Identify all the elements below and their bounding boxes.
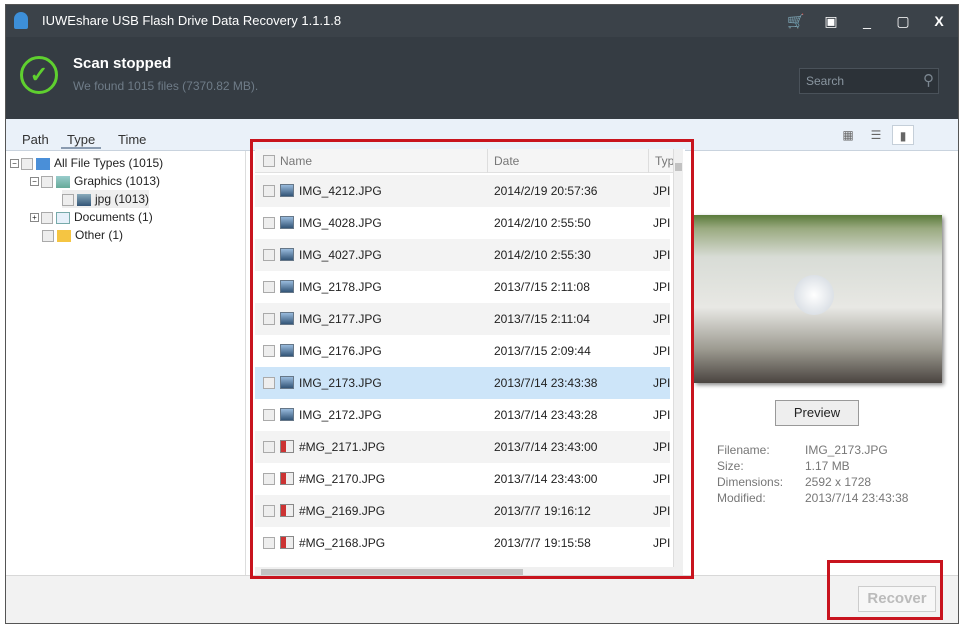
tree-label: All File Types (1015) <box>54 156 164 170</box>
size-label: Size: <box>717 459 744 473</box>
cart-icon[interactable]: 🛒 <box>785 11 807 31</box>
info-labels: Filename: Size: Dimensions: Modified: <box>717 442 783 506</box>
minimize-icon[interactable]: _ <box>856 11 878 31</box>
collapse-icon[interactable]: − <box>30 177 39 187</box>
highlight-box <box>250 139 694 579</box>
tree-node-other[interactable]: Other (1) <box>42 226 123 244</box>
tree-node-jpg[interactable]: jpg (1013) <box>62 190 150 208</box>
tab-type[interactable]: Type <box>61 132 102 149</box>
scan-status: Scan stopped <box>73 55 172 72</box>
footer-bar <box>6 575 958 623</box>
tree-label: jpg (1013) <box>95 192 150 206</box>
modified-value: 2013/7/14 23:43:38 <box>805 491 909 505</box>
folder-icon <box>57 229 71 242</box>
image-icon <box>56 175 70 188</box>
search-icon[interactable]: ⚲ <box>923 71 934 89</box>
tree-node-graphics[interactable]: − Graphics (1013) <box>30 172 160 190</box>
menu-icon[interactable]: ▣ <box>820 11 842 31</box>
tab-path[interactable]: Path <box>22 132 49 147</box>
file-type-tree: − All File Types (1015) − Graphics (1013) … <box>6 151 246 575</box>
tree-node-documents[interactable]: + Documents (1) <box>30 208 153 226</box>
tree-label: Documents (1) <box>74 210 153 224</box>
computer-icon <box>36 157 50 170</box>
modified-label: Modified: <box>717 491 766 505</box>
maximize-icon[interactable]: ▢ <box>892 11 914 31</box>
expand-icon[interactable]: + <box>30 213 39 223</box>
preview-button[interactable]: Preview <box>775 400 859 426</box>
search-input[interactable]: Search ⚲ <box>799 68 939 94</box>
scan-header: ✓ Scan stopped We found 1015 files (7370… <box>6 37 958 119</box>
search-placeholder: Search <box>806 74 845 88</box>
dimensions-label: Dimensions: <box>717 475 784 489</box>
app-window: IUWEshare USB Flash Drive Data Recovery … <box>5 4 959 624</box>
check-icon: ✓ <box>20 56 58 94</box>
title-bar: IUWEshare USB Flash Drive Data Recovery … <box>6 5 958 37</box>
tree-label: Graphics (1013) <box>74 174 161 188</box>
info-values: IMG_2173.JPG 1.17 MB 2592 x 1728 2013/7/… <box>805 442 908 506</box>
checkbox[interactable] <box>62 193 74 206</box>
filename-value: IMG_2173.JPG <box>805 443 888 457</box>
checkbox[interactable] <box>21 157 33 170</box>
thumbnail-view-icon[interactable]: ▦ <box>837 125 859 145</box>
image-icon <box>77 193 91 206</box>
tree-label: Other (1) <box>75 228 124 242</box>
filename-label: Filename: <box>717 443 770 457</box>
checkbox[interactable] <box>42 229 54 242</box>
scan-summary: We found 1015 files (7370.82 MB). <box>73 79 259 93</box>
tab-time[interactable]: Time <box>118 132 146 147</box>
preview-image <box>694 215 942 383</box>
highlight-box <box>827 560 943 620</box>
checkbox[interactable] <box>41 211 53 224</box>
app-logo-icon <box>14 12 28 29</box>
dimensions-value: 2592 x 1728 <box>805 475 872 489</box>
close-icon[interactable]: X <box>928 11 950 31</box>
checkbox[interactable] <box>41 175 53 188</box>
flower <box>794 275 834 315</box>
collapse-icon[interactable]: − <box>10 159 19 169</box>
window-title: IUWEshare USB Flash Drive Data Recovery … <box>42 13 342 28</box>
preview-view-icon[interactable]: ▮ <box>892 125 914 145</box>
size-value: 1.17 MB <box>805 459 850 473</box>
list-view-icon[interactable]: ☰ <box>865 125 887 145</box>
tree-node-all[interactable]: − All File Types (1015) <box>10 154 163 172</box>
document-icon <box>56 211 70 224</box>
